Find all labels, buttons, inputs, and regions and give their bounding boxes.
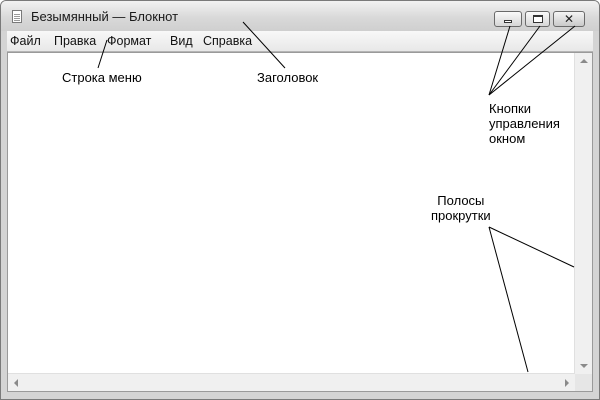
scroll-down-icon[interactable] [580, 364, 588, 368]
annotation-line: прокрутки [431, 208, 491, 223]
annotation-window-buttons: Кнопки управления окном [489, 101, 560, 146]
minimize-icon [504, 20, 512, 23]
close-icon: ✕ [563, 12, 575, 26]
annotation-menu-bar: Строка меню [62, 70, 142, 85]
annotation-line: окном [489, 131, 526, 146]
maximize-icon [533, 15, 543, 23]
close-button[interactable]: ✕ [553, 11, 585, 27]
annotation-title: Заголовок [257, 70, 319, 85]
menu-item-view[interactable]: Вид [170, 34, 193, 48]
title-bar[interactable]: Безымянный — Блокнот ✕ [1, 1, 599, 31]
annotation-scrollbars: Полосы прокрутки [431, 193, 491, 223]
menu-item-edit[interactable]: Правка [54, 34, 96, 48]
maximize-button[interactable] [525, 11, 550, 27]
annotation-line: управления [489, 116, 560, 131]
scroll-up-icon[interactable] [580, 59, 588, 63]
notepad-icon[interactable] [12, 10, 22, 23]
annotation-line: Полосы [437, 193, 485, 208]
horizontal-scrollbar[interactable] [8, 373, 575, 391]
menu-item-file[interactable]: Файл [10, 34, 41, 48]
minimize-button[interactable] [494, 11, 522, 27]
notepad-window: Безымянный — Блокнот ✕ Файл Правка Форма… [0, 0, 600, 400]
scrollbar-corner [575, 374, 592, 391]
scroll-right-icon[interactable] [565, 379, 569, 387]
menu-item-help[interactable]: Справка [203, 34, 252, 48]
scroll-left-icon[interactable] [14, 379, 18, 387]
vertical-scrollbar[interactable] [574, 53, 592, 374]
menu-bar: Файл Правка Формат Вид Справка [7, 31, 593, 52]
annotation-line: Кнопки [489, 101, 531, 116]
window-title: Безымянный — Блокнот [31, 9, 179, 24]
menu-item-format[interactable]: Формат [107, 34, 151, 48]
